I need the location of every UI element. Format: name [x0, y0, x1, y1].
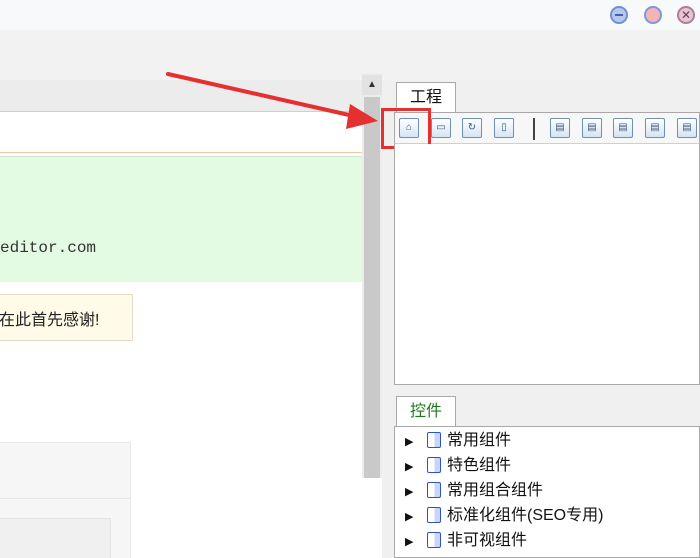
tab-controls[interactable]: 控件 — [396, 396, 456, 426]
editor-address-bar[interactable] — [0, 112, 388, 153]
component-icon — [427, 532, 441, 548]
project-panel: 工程 ⌂ ▭ ↻ ▯ ▤ ▤ ▤ ▤ ▤ 控件 ▶ 常用组件 ▶ 特色组件 ▶ 常用组… — [381, 80, 700, 558]
title-bar: ✕ — [0, 0, 700, 30]
project-tree[interactable] — [394, 144, 700, 384]
expand-arrow-icon[interactable]: ▶ — [405, 480, 419, 504]
toolbar-separator — [533, 118, 535, 140]
component-icon — [427, 432, 441, 448]
chart-plus-icon[interactable]: ▤ — [582, 118, 602, 138]
component-icon — [427, 457, 441, 473]
list-item[interactable]: ▶ 常用组合组件 — [405, 479, 543, 503]
highlight-box — [381, 108, 431, 149]
project-toolbar: ⌂ ▭ ↻ ▯ ▤ ▤ ▤ ▤ ▤ — [394, 112, 700, 144]
notice-text: 在此首先感谢! — [0, 312, 100, 329]
tab-project-label: 工程 — [409, 89, 442, 106]
site-url-text: editor.com — [0, 239, 97, 257]
chart-down-icon[interactable]: ▤ — [645, 118, 665, 138]
tab-controls-label: 控件 — [409, 403, 442, 420]
document-icon[interactable]: ▯ — [494, 118, 514, 138]
list-item[interactable]: ▶ 特色组件 — [405, 454, 511, 478]
main-toolbar-area — [0, 30, 700, 80]
list-item-label: 非可视组件 — [447, 532, 528, 549]
minimize-button[interactable] — [610, 6, 628, 24]
list-item[interactable]: ▶ 常用组件 — [405, 429, 511, 453]
expand-arrow-icon[interactable]: ▶ — [405, 530, 419, 554]
expand-arrow-icon[interactable]: ▶ — [405, 430, 419, 454]
list-item-label: 标准化组件(SEO专用) — [447, 507, 604, 524]
add-page-icon[interactable]: ▭ — [431, 118, 451, 138]
chart-minus-icon[interactable]: ▤ — [613, 118, 633, 138]
editor-panel: editor.com 在此首先感谢! — [0, 80, 388, 558]
editor-content[interactable]: editor.com 在此首先感谢! — [0, 153, 362, 558]
notice-box: 在此首先感谢! — [0, 294, 133, 341]
close-button[interactable]: ✕ — [677, 6, 695, 24]
maximize-button[interactable] — [644, 6, 662, 24]
list-item-label: 特色组件 — [447, 457, 512, 474]
panel-splitter[interactable] — [394, 384, 700, 394]
close-icon: ✕ — [680, 8, 692, 22]
expand-arrow-icon[interactable]: ▶ — [405, 505, 419, 529]
list-item-label: 常用组合组件 — [447, 482, 544, 499]
chart-up-icon[interactable]: ▤ — [677, 118, 697, 138]
list-item[interactable]: ▶ 非可视组件 — [405, 529, 527, 553]
component-icon — [427, 482, 441, 498]
scroll-up-arrow-icon[interactable]: ▲ — [362, 75, 382, 95]
content-card-inner — [0, 518, 111, 558]
refresh-icon[interactable]: ↻ — [462, 118, 482, 138]
list-item[interactable]: ▶ 标准化组件(SEO专用) — [405, 504, 603, 528]
component-icon — [427, 507, 441, 523]
controls-list: ▶ 常用组件 ▶ 特色组件 ▶ 常用组合组件 ▶ 标准化组件(SEO专用) ▶ 非可视组件 — [394, 426, 700, 558]
editor-tab-strip — [0, 80, 388, 112]
expand-arrow-icon[interactable]: ▶ — [405, 455, 419, 479]
scrollbar-thumb[interactable] — [364, 97, 380, 478]
list-item-label: 常用组件 — [447, 432, 512, 449]
info-box: editor.com — [0, 156, 362, 282]
chart-add-icon[interactable]: ▤ — [550, 118, 570, 138]
panel-divider[interactable] — [382, 80, 394, 558]
